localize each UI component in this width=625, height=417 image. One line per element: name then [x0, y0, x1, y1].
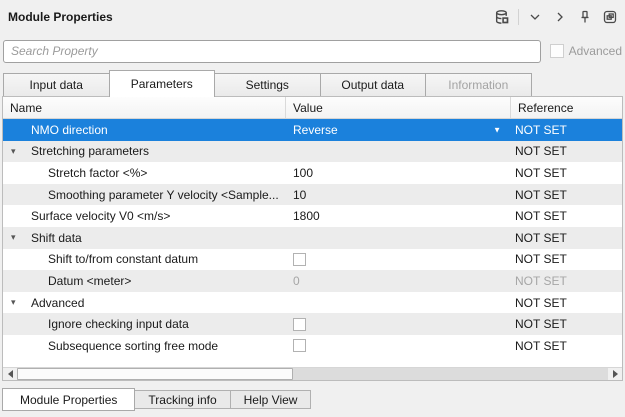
tab-output-data[interactable]: Output data: [320, 73, 427, 96]
view-tabs: Module Properties Tracking info Help Vie…: [3, 388, 311, 411]
row-value[interactable]: 100: [293, 166, 313, 180]
row-value[interactable]: 1800: [293, 209, 320, 223]
table-row-nmo-direction[interactable]: NMO direction Reverse ▼ NOT SET: [3, 119, 622, 141]
bottom-tab-module-properties[interactable]: Module Properties: [2, 388, 135, 411]
chevron-right-icon[interactable]: [551, 8, 569, 26]
table-row-advanced[interactable]: ▾ Advanced NOT SET: [3, 292, 622, 314]
row-name: Ignore checking input data: [48, 317, 189, 331]
bottom-tab-tracking-info[interactable]: Tracking info: [134, 390, 230, 409]
row-reference: NOT SET: [515, 231, 567, 245]
tab-input-data[interactable]: Input data: [3, 73, 110, 96]
advanced-label: Advanced: [569, 44, 622, 58]
collapse-triangle-icon[interactable]: ▾: [11, 297, 31, 308]
float-window-icon[interactable]: [601, 8, 619, 26]
database-lock-icon[interactable]: [493, 8, 511, 26]
row-name: Shift data: [31, 231, 82, 245]
titlebar-toolbar: [493, 8, 619, 26]
row-reference: NOT SET: [515, 252, 567, 266]
module-properties-panel: Module Properties: [0, 0, 625, 417]
collapse-triangle-icon[interactable]: ▾: [11, 146, 31, 157]
row-name: Stretching parameters: [31, 144, 149, 158]
column-header-name[interactable]: Name: [3, 97, 286, 118]
collapse-triangle-icon[interactable]: ▾: [11, 232, 31, 243]
row-name: Subsequence sorting free mode: [48, 339, 218, 353]
checkbox[interactable]: [293, 339, 306, 352]
column-header-value[interactable]: Value: [286, 97, 511, 118]
row-reference: NOT SET: [515, 123, 567, 137]
table-row-datum[interactable]: Datum <meter> 0 NOT SET: [3, 270, 622, 292]
row-value-dropdown[interactable]: Reverse: [293, 123, 338, 137]
table-row-subsequence-sorting[interactable]: Subsequence sorting free mode NOT SET: [3, 335, 622, 357]
table-row-stretch-factor[interactable]: Stretch factor <%> 100 NOT SET: [3, 162, 622, 184]
row-reference: NOT SET: [515, 188, 567, 202]
tab-information[interactable]: Information: [425, 73, 532, 96]
advanced-checkbox[interactable]: [550, 44, 564, 58]
row-name: Smoothing parameter Y velocity <Sample..…: [48, 188, 279, 202]
horizontal-scrollbar[interactable]: [3, 367, 622, 380]
row-reference: NOT SET: [515, 209, 567, 223]
scroll-right-button[interactable]: [608, 368, 622, 380]
table-row-stretching-parameters[interactable]: ▾ Stretching parameters NOT SET: [3, 141, 622, 163]
row-reference: NOT SET: [515, 339, 567, 353]
table-row-smoothing-parameter[interactable]: Smoothing parameter Y velocity <Sample..…: [3, 184, 622, 206]
toolbar-separator: [518, 9, 519, 25]
advanced-checkbox-group[interactable]: Advanced: [550, 44, 622, 58]
property-tabs: Input data Parameters Settings Output da…: [3, 70, 532, 96]
row-name: Advanced: [31, 296, 84, 310]
scroll-left-button[interactable]: [3, 368, 17, 380]
checkbox[interactable]: [293, 253, 306, 266]
table-row-shift-data[interactable]: ▾ Shift data NOT SET: [3, 227, 622, 249]
row-reference: NOT SET: [515, 296, 567, 310]
row-name: Stretch factor <%>: [48, 166, 147, 180]
column-header-reference[interactable]: Reference: [511, 97, 622, 118]
table-row-ignore-checking[interactable]: Ignore checking input data NOT SET: [3, 313, 622, 335]
scrollbar-thumb[interactable]: [17, 368, 293, 380]
checkbox[interactable]: [293, 318, 306, 331]
panel-titlebar: Module Properties: [0, 0, 625, 34]
row-name: Datum <meter>: [48, 274, 131, 288]
parameters-pane: Name Value Reference NMO direction Rever…: [2, 96, 623, 381]
row-name: NMO direction: [31, 123, 108, 137]
search-row: Advanced: [3, 39, 622, 63]
row-reference: NOT SET: [515, 317, 567, 331]
scrollbar-track[interactable]: [293, 368, 608, 380]
table-row-shift-constant-datum[interactable]: Shift to/from constant datum NOT SET: [3, 249, 622, 271]
row-name: Surface velocity V0 <m/s>: [31, 209, 170, 223]
table-row-surface-velocity[interactable]: Surface velocity V0 <m/s> 1800 NOT SET: [3, 205, 622, 227]
search-input[interactable]: [3, 40, 541, 63]
row-name: Shift to/from constant datum: [48, 252, 198, 266]
dropdown-arrow-icon[interactable]: ▼: [493, 125, 501, 134]
bottom-tab-help-view[interactable]: Help View: [230, 390, 312, 409]
table-header: Name Value Reference: [3, 97, 622, 119]
row-value-disabled: 0: [293, 274, 300, 288]
tab-parameters[interactable]: Parameters: [109, 70, 216, 97]
pin-icon[interactable]: [576, 8, 594, 26]
row-reference: NOT SET: [515, 166, 567, 180]
row-value[interactable]: 10: [293, 188, 306, 202]
tab-settings[interactable]: Settings: [214, 73, 321, 96]
row-reference: NOT SET: [515, 274, 567, 288]
panel-title: Module Properties: [8, 10, 113, 24]
chevron-down-icon[interactable]: [526, 8, 544, 26]
row-reference: NOT SET: [515, 144, 567, 158]
